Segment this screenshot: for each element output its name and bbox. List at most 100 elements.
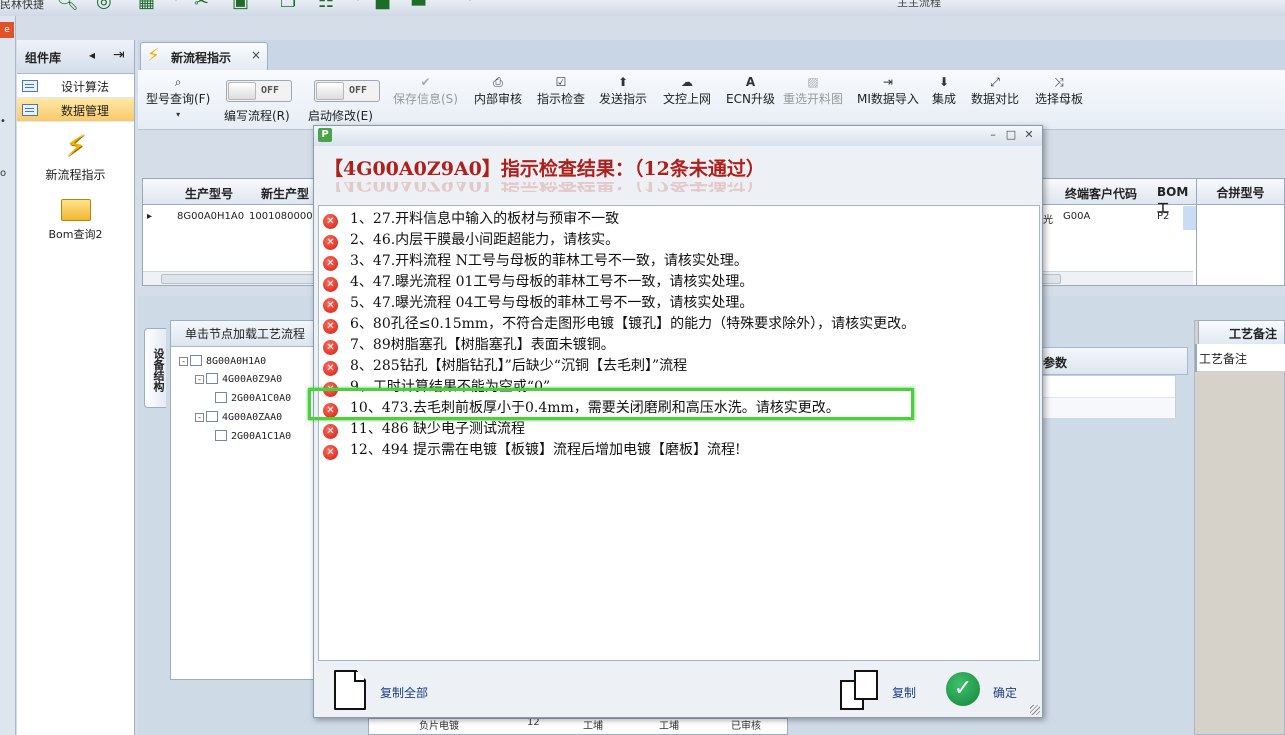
column-header[interactable]: 新生产型	[261, 185, 309, 202]
close-icon[interactable]: ✕	[1022, 128, 1036, 142]
tree-node[interactable]: 2G00A1C1A0	[215, 430, 291, 442]
node-box-icon	[206, 373, 218, 384]
copy-button[interactable]: 复制	[892, 684, 916, 701]
edge-glyph: o	[0, 168, 7, 179]
sidebar-big-label: Bom查询2	[48, 228, 103, 241]
search-icon[interactable]: 🔍︎	[56, 0, 79, 12]
collapse-icon[interactable]: -	[179, 357, 188, 366]
list-item-highlighted[interactable]: ✕ 10、473.去毛刺前板厚小于0.4mm，需要关闭磨刷和高压水洗。请核实更改。	[323, 397, 840, 418]
dropdown-arrow-icon[interactable]: ▾	[174, 0, 178, 3]
ok-button[interactable]: 确定	[993, 684, 1017, 701]
document-icon[interactable]	[334, 670, 366, 710]
resize-grip-icon[interactable]	[1030, 705, 1040, 715]
collapse-left-icon[interactable]: ◂	[89, 48, 95, 62]
sidebar-item-bom-query[interactable]: Bom查询2	[17, 191, 134, 242]
mi-data-import-button[interactable]: ⇥ MI数据导入	[857, 74, 919, 107]
lifebuoy-icon[interactable]: ◎	[96, 0, 112, 12]
list-item[interactable]: ✕ 7、89树脂塞孔【树脂塞孔】表面未镀铜。	[323, 334, 615, 355]
tree-header: 单击节点加载工艺流程	[171, 321, 315, 347]
scissors-icon[interactable]: ✂	[194, 0, 209, 12]
button-label: 重选开料图	[783, 92, 844, 106]
save-info-button[interactable]: ✔ 保存信息(S)	[393, 74, 458, 107]
button-label: 发送指示	[599, 92, 648, 106]
list-item[interactable]: ✕ 5、47.曝光流程 04工号与母板的菲林工号不一致，请核实处理。	[323, 292, 753, 313]
model-query-button[interactable]: ⌕ 型号查询(F) ▾	[146, 74, 210, 123]
list-item[interactable]: ✕ 4、47.曝光流程 01工号与母板的菲林工号不一致，请核实处理。	[323, 271, 753, 292]
list-item[interactable]: ✕ 6、80孔径≤0.15mm，不符合走图形电镀【镀孔】的能力（特殊要求除外），请…	[323, 313, 915, 334]
data-compare-button[interactable]: ⤢ 数据对比	[971, 74, 1019, 107]
sidebar-item-data-management[interactable]: 数据管理	[17, 98, 134, 122]
button-label: ECN升级	[726, 92, 775, 106]
tree-node[interactable]: -4G00A0Z9A0	[195, 373, 282, 385]
tree-node[interactable]: -8G00A0H1A0	[179, 355, 266, 367]
error-icon: ✕	[323, 235, 338, 250]
heading-reflection: 【4G00A0Z9A0】指示检查结果：（12条未通过）	[324, 182, 1024, 192]
row-indicator-icon: ▸	[147, 211, 153, 222]
internal-review-button[interactable]: ⎙ 内部审核	[474, 74, 522, 107]
form-icon	[22, 80, 38, 92]
node-box-icon	[206, 411, 218, 422]
doc-control-upload-button[interactable]: ☁ 文控上网	[663, 74, 711, 107]
column-header[interactable]: 生产型号	[185, 185, 233, 202]
select-mother-board-button[interactable]: ⤨ 选择母板	[1035, 74, 1083, 107]
dropdown-arrow-icon[interactable]: ▾	[356, 0, 360, 3]
tab-new-process[interactable]: ⚡︎ 新流程指示 ×	[140, 42, 268, 70]
column-header[interactable]: 终端客户代码	[1065, 185, 1137, 202]
collapse-icon[interactable]: -	[195, 413, 204, 422]
table-icon[interactable]: ▦	[138, 0, 155, 12]
node-box-icon	[215, 392, 227, 403]
dropdown-arrow-icon[interactable]: ▾	[468, 0, 472, 3]
table-cell: 已审核	[731, 721, 761, 732]
list-item[interactable]: ✕ 2、46.内层干膜最小间距超能力，请核实。	[323, 229, 619, 250]
sidebar-item-new-process[interactable]: ⚡︎ 新流程指示	[17, 130, 134, 183]
toggle-knob	[228, 82, 256, 100]
monitor-icon[interactable]: ▬	[410, 0, 427, 12]
sidebar-big-label: 新流程指示	[45, 168, 106, 182]
tree-node[interactable]: -4G00A0ZAA0	[195, 411, 282, 423]
lock-icon[interactable]: ■	[374, 0, 391, 12]
integrate-button[interactable]: ⬇ 集成	[932, 74, 956, 107]
dialog-titlebar[interactable]: P – □ ✕	[314, 126, 1042, 146]
copy-all-button[interactable]: 复制全部	[380, 684, 428, 701]
instruction-check-button[interactable]: ☑ 指示检查	[537, 74, 585, 107]
ecn-upgrade-button[interactable]: A ECN升级	[726, 74, 775, 107]
red-tab-marker[interactable]: e	[0, 22, 14, 38]
dialog-heading: 【4G00A0Z9A0】指示检查结果：（12条未通过）	[324, 158, 765, 180]
list-item[interactable]: ✕ 9、工时计算结果不能为空或“0”	[323, 376, 550, 397]
table-row[interactable]	[1043, 397, 1175, 418]
table-cell: P2	[1157, 211, 1170, 222]
copy-windows-icon[interactable]: ❐	[280, 0, 296, 12]
error-icon: ✕	[323, 319, 338, 334]
send-instruction-button[interactable]: ⬆ 发送指示	[599, 74, 647, 107]
write-process-toggle[interactable]: OFF	[226, 80, 292, 102]
error-icon: ✕	[323, 445, 338, 460]
list-item[interactable]: ✕ 12、494 提示需在电镀【板镀】流程后增加电镀【磨板】流程!	[323, 439, 741, 460]
printer-icon: ⎙	[493, 75, 503, 89]
film-icon[interactable]: ▣	[232, 0, 249, 12]
button-label: 内部审核	[474, 92, 523, 106]
start-modify-toggle[interactable]: OFF	[314, 80, 380, 102]
pin-icon[interactable]: ⇥	[113, 47, 125, 63]
quick-access-label: 民林快捷	[0, 0, 44, 11]
write-process-label: 编写流程(R)	[224, 109, 290, 123]
font-icon: A	[745, 75, 756, 89]
copy-icon[interactable]	[840, 670, 880, 710]
grid-icon[interactable]: ☷	[318, 0, 334, 12]
maximize-icon[interactable]: □	[1004, 128, 1018, 142]
checkmark-icon[interactable]: ✓	[946, 672, 980, 706]
list-item[interactable]: ✕ 1、27.开料信息中输入的板材与预审不一致	[323, 208, 619, 229]
list-item[interactable]: ✕ 8、285钻孔【树脂钻孔】”后缺少“沉铜【去毛刺】”流程	[323, 355, 687, 376]
tab-craft-remarks[interactable]: 工艺备注	[1198, 320, 1285, 344]
collapse-icon[interactable]: -	[195, 375, 204, 384]
tab-equipment-structure[interactable]: 设备结构	[144, 328, 166, 408]
tree-node[interactable]: 2G00A1C0A0	[215, 392, 291, 404]
bottom-peek-row: 负片电镀 12 工埔 工埔 已审核	[368, 718, 788, 735]
close-icon[interactable]: ×	[251, 48, 261, 62]
list-item[interactable]: ✕ 11、486 缺少电子测试流程	[323, 418, 525, 439]
minimize-icon[interactable]: –	[986, 128, 1000, 142]
list-item[interactable]: ✕ 3、47.开料流程 N工号与母板的菲林工号不一致，请核实处理。	[323, 250, 748, 271]
checkbox-icon: ☑	[555, 75, 567, 89]
error-icon: ✕	[323, 382, 338, 397]
sidebar-item-design-algorithm[interactable]: 设计算法	[17, 74, 134, 98]
reselect-cutting-chart-button[interactable]: ▨ 重选开料图	[783, 74, 843, 107]
